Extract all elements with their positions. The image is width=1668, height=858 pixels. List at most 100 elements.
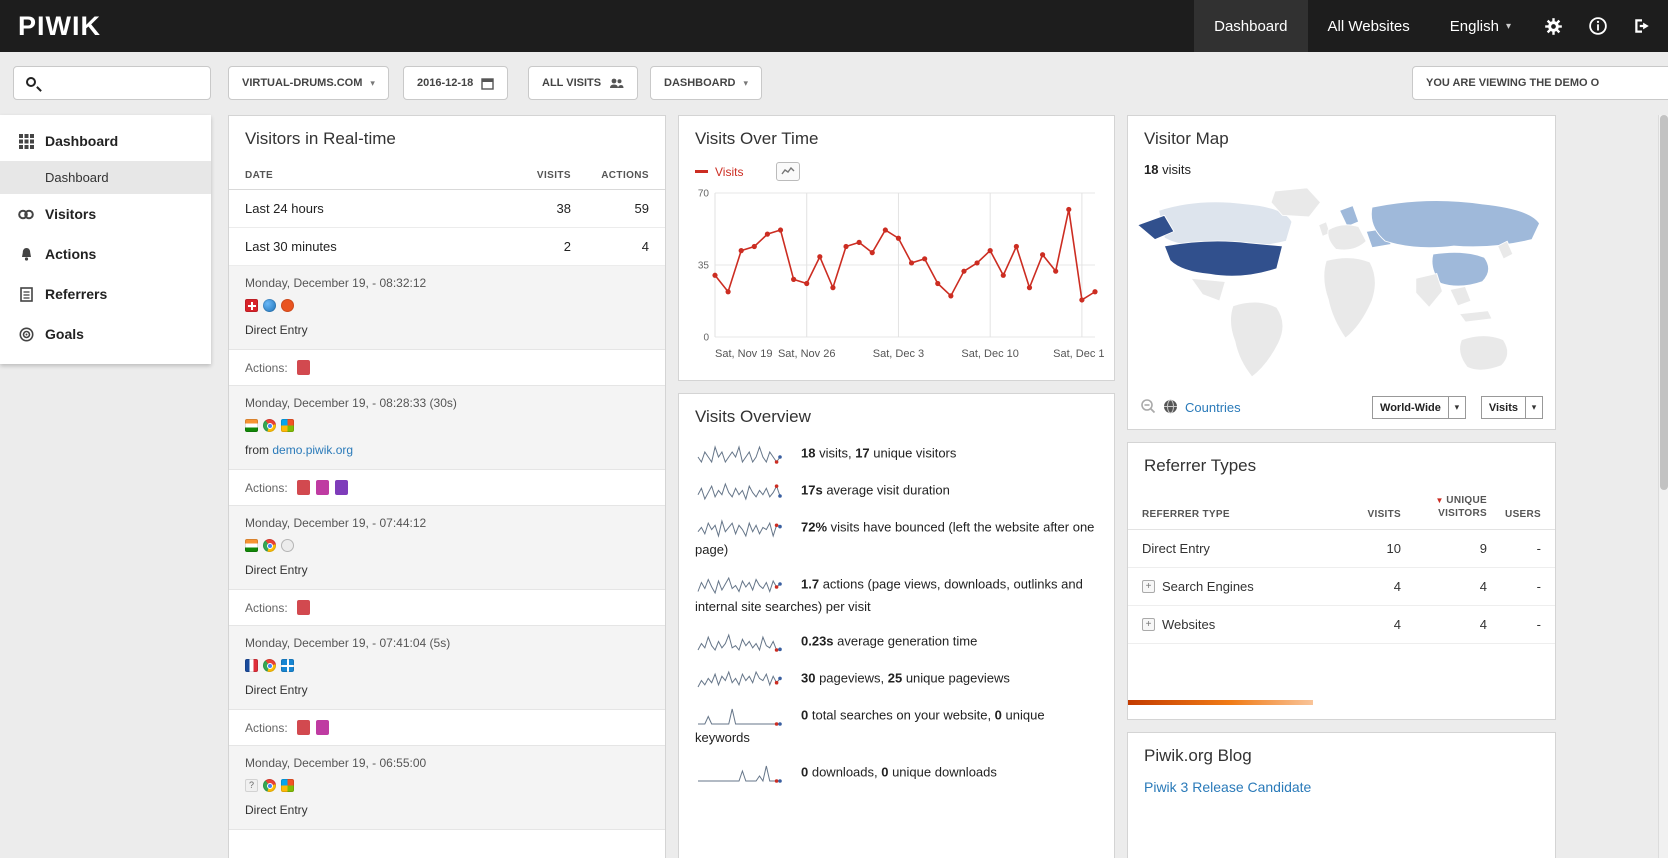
sidebar-item-label: Actions (45, 246, 97, 262)
widget-referrer-types: Referrer Types REFERRER TYPE VISITS UNIQ… (1127, 442, 1556, 720)
map-region-mexico[interactable] (1190, 277, 1226, 302)
info-icon[interactable] (1576, 0, 1620, 52)
blog-post-link[interactable]: Piwik 3 Release Candidate (1128, 777, 1555, 813)
map-region-africa[interactable] (1323, 257, 1376, 339)
metric-text: 18 visits, 17 unique visitors (801, 445, 957, 461)
visitor-actions-row: Actions: (229, 470, 665, 506)
referrer-row[interactable]: Direct Entry 10 9 - (1128, 530, 1555, 568)
overview-metric-row[interactable]: 72% visits have bounced (left the websit… (695, 516, 1098, 560)
column-referrer-type[interactable]: REFERRER TYPE (1142, 509, 1337, 520)
overview-metric-row[interactable]: 1.7 actions (page views, downloads, outl… (695, 573, 1098, 617)
sidebar-item-visitors[interactable]: Visitors (0, 194, 211, 234)
visitor-datetime: Monday, December 19, - 06:55:00 (245, 756, 427, 770)
topnav-language-select[interactable]: English (1430, 0, 1531, 52)
map-metric-select[interactable]: Visits (1480, 396, 1543, 419)
os-windows-icon (281, 419, 294, 432)
visitor-entry[interactable]: Monday, December 19, - 07:44:12 Direct En… (229, 506, 665, 626)
visitor-entry[interactable]: Monday, December 19, - 07:41:04 (5s) Dire… (229, 626, 665, 746)
page-action-icon[interactable] (296, 360, 310, 375)
flag-switzerland-icon (245, 299, 258, 312)
sidebar-item-dashboard[interactable]: Dashboard (0, 121, 211, 161)
map-region-south-america[interactable] (1230, 301, 1284, 378)
map-region-russia[interactable] (1370, 200, 1541, 249)
sidebar-item-goals[interactable]: Goals (0, 314, 211, 354)
expand-plus-icon[interactable] (1142, 580, 1155, 593)
dashboard-selector-label: DASHBOARD (664, 77, 736, 89)
map-region-scandinavia[interactable] (1338, 205, 1360, 228)
search-input[interactable] (46, 68, 204, 98)
topnav-all-websites[interactable]: All Websites (1308, 0, 1430, 52)
map-region-europe[interactable] (1327, 224, 1367, 251)
metric-sparkline (697, 670, 782, 688)
widget-visits-over-time: Visits Over Time Visits 0 35 70 Sat, Nov 19… (678, 115, 1115, 381)
report-sidebar: Dashboard Dashboard Visitors Actions Ref… (0, 115, 211, 364)
map-region-united-states[interactable] (1163, 240, 1284, 277)
settings-gear-icon[interactable] (1531, 0, 1576, 52)
realtime-summary-row[interactable]: Last 24 hours 38 59 (229, 190, 665, 228)
overview-metric-row[interactable]: 30 pageviews, 25 unique pageviews (695, 667, 1098, 691)
map-region-india[interactable] (1415, 272, 1443, 309)
page-action-icon[interactable] (334, 480, 348, 495)
map-region-australia[interactable] (1459, 335, 1509, 371)
search-box[interactable] (13, 66, 211, 100)
visitor-icons (245, 539, 649, 552)
widget-visitor-map: Visitor Map 18 visits Countries World-Wi… (1127, 115, 1556, 430)
flag-france-icon (245, 659, 258, 672)
date-selector[interactable]: 2016-12-18 (403, 66, 509, 100)
vertical-scrollbar[interactable] (1658, 115, 1668, 858)
column-visits[interactable]: VISITS (1337, 509, 1401, 520)
overview-metric-row[interactable]: 0 total searches on your website, 0 uniq… (695, 704, 1098, 748)
site-selector[interactable]: VIRTUAL-DRUMS.COM (228, 66, 389, 100)
referrer-row[interactable]: Search Engines 4 4 - (1128, 568, 1555, 606)
overview-metric-row[interactable]: 18 visits, 17 unique visitors (695, 442, 1098, 466)
page-action-icon[interactable] (315, 480, 329, 495)
visitor-icons (245, 659, 649, 672)
demo-notice-button[interactable]: YOU ARE VIEWING THE DEMO O (1412, 66, 1668, 100)
chart-export-icon[interactable] (776, 162, 801, 181)
expand-plus-icon[interactable] (1142, 618, 1155, 631)
map-region-china[interactable] (1431, 251, 1490, 287)
topnav-dashboard[interactable]: Dashboard (1194, 0, 1308, 52)
dashboard-selector[interactable]: DASHBOARD (650, 66, 763, 100)
svg-text:70: 70 (698, 189, 710, 200)
segment-selector[interactable]: ALL VISITS (528, 66, 639, 100)
column-unique-visitors-sorted[interactable]: UNIQUE VISITORS (1401, 495, 1487, 520)
page-action-icon[interactable] (296, 480, 310, 495)
sidebar-subitem-dashboard[interactable]: Dashboard (0, 161, 211, 194)
visitor-referrer-link[interactable]: demo.piwik.org (272, 443, 353, 457)
browser-chrome-icon (263, 419, 276, 432)
map-footer: Countries World-Wide Visits (1128, 388, 1555, 429)
referrer-row[interactable]: Websites 4 4 - (1128, 606, 1555, 644)
overview-metric-row[interactable]: 0.23s average generation time (695, 630, 1098, 654)
chevron-down-icon (1525, 397, 1542, 418)
realtime-summary-row[interactable]: Last 30 minutes 2 4 (229, 228, 665, 266)
column-users[interactable]: USERS (1487, 509, 1541, 520)
world-map[interactable] (1132, 183, 1551, 385)
visits-series-swatch (695, 170, 708, 173)
page-action-icon[interactable] (315, 720, 329, 735)
map-region-select[interactable]: World-Wide (1372, 396, 1466, 419)
actions-label: Actions: (245, 480, 288, 495)
overview-metric-row[interactable]: 17s average visit duration (695, 479, 1098, 503)
widget-title: Visits Overview (695, 407, 811, 426)
map-region-indonesia[interactable] (1458, 310, 1493, 323)
signout-icon[interactable] (1620, 0, 1664, 52)
chevron-down-icon (1447, 397, 1465, 418)
page-action-icon[interactable] (296, 720, 310, 735)
sidebar-item-actions[interactable]: Actions (0, 234, 211, 274)
overview-metric-row[interactable]: 0 downloads, 0 unique downloads (695, 761, 1098, 785)
dashboard-toolbar: VIRTUAL-DRUMS.COM 2016-12-18 ALL VISITS … (0, 52, 1668, 115)
visitor-entry[interactable]: Monday, December 19, - 08:32:12 Direct En… (229, 266, 665, 386)
visits-over-time-svg[interactable]: 0 35 70 Sat, Nov 19 Sat, Nov 26 Sat, Dec 3 Sat… (681, 185, 1111, 373)
visitor-entry[interactable]: Monday, December 19, - 08:28:33 (30s) fro… (229, 386, 665, 506)
zoom-out-icon[interactable] (1140, 398, 1156, 417)
scrollbar-thumb[interactable] (1660, 115, 1668, 490)
sidebar-item-referrers[interactable]: Referrers (0, 274, 211, 314)
map-metric-value: Visits (1488, 401, 1518, 414)
map-region-southeast-asia[interactable] (1449, 285, 1472, 307)
visits-series-label[interactable]: Visits (715, 165, 743, 179)
page-action-icon[interactable] (296, 600, 310, 615)
visitor-entry[interactable]: Monday, December 19, - 06:55:00 Direct En… (229, 746, 665, 830)
countries-link[interactable]: Countries (1185, 400, 1241, 415)
visitor-info: Monday, December 19, - 07:44:12 Direct En… (229, 506, 665, 590)
